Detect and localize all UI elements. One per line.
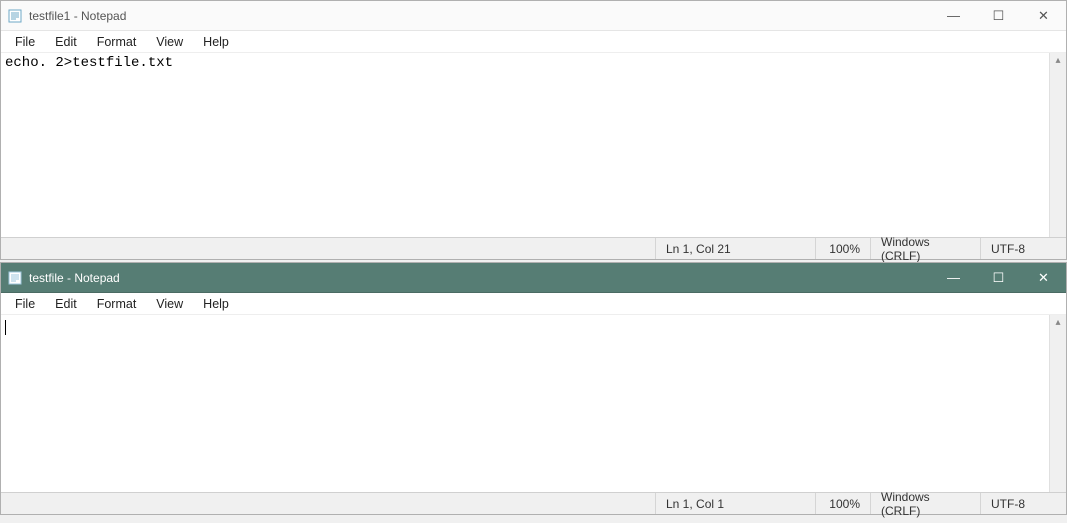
text-caret xyxy=(5,320,6,335)
menu-help[interactable]: Help xyxy=(193,33,239,51)
notepad-window-1: testfile1 - Notepad — ☐ ✕ File Edit Form… xyxy=(0,0,1067,260)
menu-view[interactable]: View xyxy=(146,295,193,313)
close-button[interactable]: ✕ xyxy=(1021,263,1066,292)
menu-edit[interactable]: Edit xyxy=(45,295,87,313)
editor-text[interactable]: echo. 2>testfile.txt xyxy=(1,53,1066,73)
editor-text[interactable] xyxy=(1,315,1066,337)
notepad-window-2: testfile - Notepad — ☐ ✕ File Edit Forma… xyxy=(0,262,1067,515)
menu-edit[interactable]: Edit xyxy=(45,33,87,51)
titlebar[interactable]: testfile - Notepad — ☐ ✕ xyxy=(1,263,1066,293)
notepad-icon xyxy=(7,270,23,286)
editor-area[interactable]: echo. 2>testfile.txt ▴ xyxy=(1,53,1066,237)
status-eol: Windows (CRLF) xyxy=(871,238,981,259)
minimize-button[interactable]: — xyxy=(931,263,976,292)
editor-area[interactable]: ▴ xyxy=(1,315,1066,492)
notepad-icon xyxy=(7,8,23,24)
titlebar[interactable]: testfile1 - Notepad — ☐ ✕ xyxy=(1,1,1066,31)
statusbar-spacer xyxy=(1,238,656,259)
status-position: Ln 1, Col 21 xyxy=(656,238,816,259)
minimize-button[interactable]: — xyxy=(931,1,976,30)
status-eol: Windows (CRLF) xyxy=(871,493,981,514)
window-title: testfile1 - Notepad xyxy=(29,9,126,23)
scroll-up-icon[interactable]: ▴ xyxy=(1055,315,1060,330)
window-controls: — ☐ ✕ xyxy=(931,1,1066,30)
menu-file[interactable]: File xyxy=(5,33,45,51)
maximize-button[interactable]: ☐ xyxy=(976,263,1021,292)
window-title: testfile - Notepad xyxy=(29,271,120,285)
window-controls: — ☐ ✕ xyxy=(931,263,1066,292)
menu-format[interactable]: Format xyxy=(87,295,147,313)
scroll-up-icon[interactable]: ▴ xyxy=(1055,53,1060,68)
menubar: File Edit Format View Help xyxy=(1,31,1066,53)
menu-format[interactable]: Format xyxy=(87,33,147,51)
status-zoom: 100% xyxy=(816,238,871,259)
status-zoom: 100% xyxy=(816,493,871,514)
vertical-scrollbar[interactable]: ▴ xyxy=(1049,315,1066,492)
statusbar: Ln 1, Col 1 100% Windows (CRLF) UTF-8 xyxy=(1,492,1066,514)
vertical-scrollbar[interactable]: ▴ xyxy=(1049,53,1066,237)
menu-view[interactable]: View xyxy=(146,33,193,51)
status-encoding: UTF-8 xyxy=(981,238,1066,259)
status-encoding: UTF-8 xyxy=(981,493,1066,514)
menu-help[interactable]: Help xyxy=(193,295,239,313)
statusbar: Ln 1, Col 21 100% Windows (CRLF) UTF-8 xyxy=(1,237,1066,259)
status-position: Ln 1, Col 1 xyxy=(656,493,816,514)
statusbar-spacer xyxy=(1,493,656,514)
close-button[interactable]: ✕ xyxy=(1021,1,1066,30)
menu-file[interactable]: File xyxy=(5,295,45,313)
maximize-button[interactable]: ☐ xyxy=(976,1,1021,30)
menubar: File Edit Format View Help xyxy=(1,293,1066,315)
